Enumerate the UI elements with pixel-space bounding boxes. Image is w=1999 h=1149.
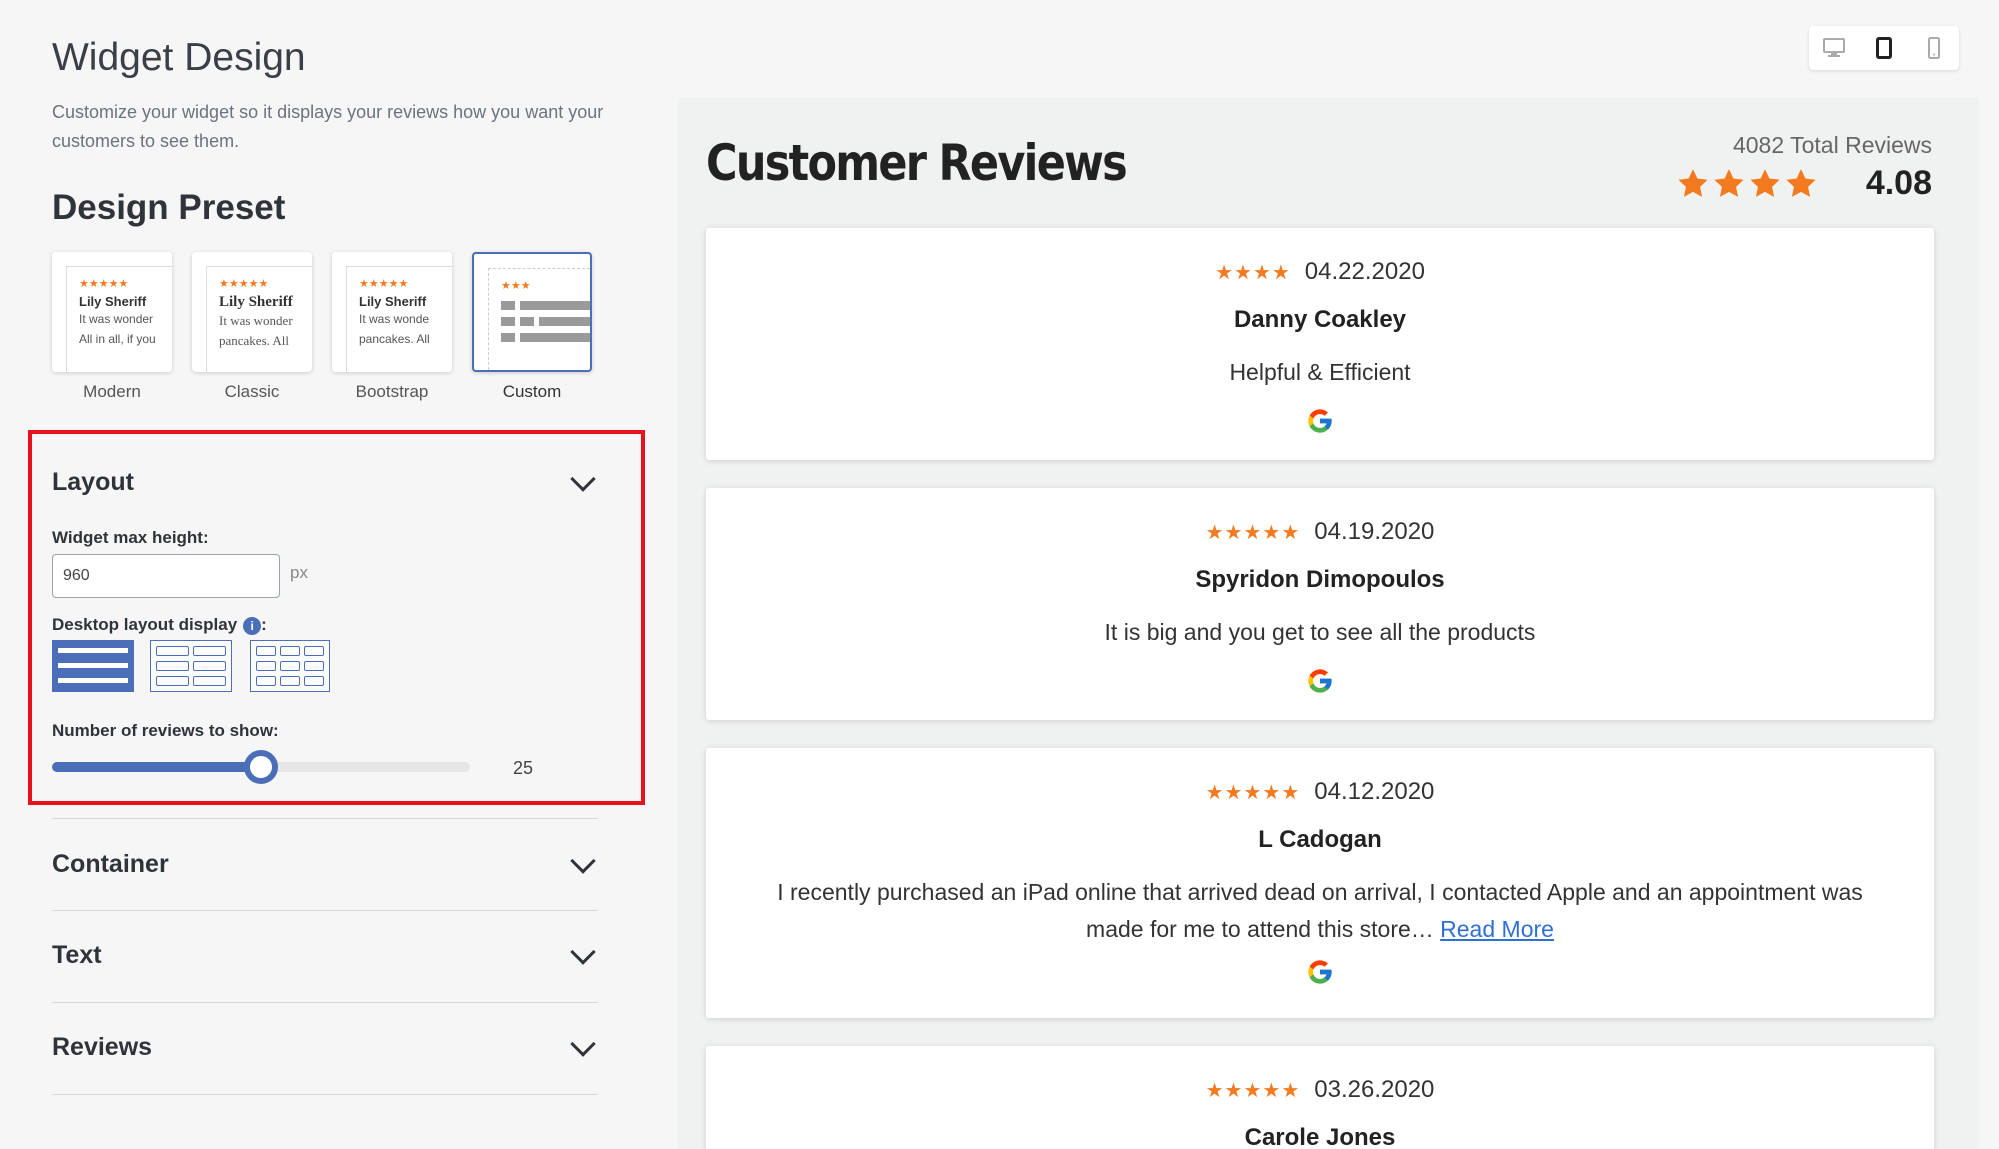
- section-divider: [52, 818, 598, 819]
- slider-fill: [52, 762, 261, 772]
- review-date: 04.12.2020: [1314, 778, 1435, 805]
- layout-section-header[interactable]: Layout: [52, 465, 598, 497]
- star-rating-icon: ★★★★★: [359, 278, 409, 290]
- review-card: ★★★★★ 04.19.2020 Spyridon Dimopoulos It …: [706, 488, 1934, 720]
- preset-bootstrap-thumbnail: ★★★★★ Lily Sheriff It was wonde pancakes…: [332, 252, 452, 372]
- reviews-count-label: Number of reviews to show:: [52, 721, 279, 740]
- preset-sample-name: Lily Sheriff: [79, 294, 147, 309]
- reviewer-name: Danny Coakley: [1233, 306, 1407, 333]
- preset-modern-thumbnail: ★★★★★ Lily Sheriff It was wonder All in …: [52, 252, 172, 372]
- device-toggle: [1809, 26, 1959, 70]
- preset-classic[interactable]: ★★★★★ Lily Sheriff It was wonder pancake…: [192, 252, 312, 402]
- star-rating-icon: ★★★★★: [79, 278, 129, 290]
- review-date: 04.19.2020: [1314, 518, 1435, 545]
- review-star-rating: ★★★★★: [1205, 781, 1301, 804]
- preset-sample-text: It was wonder: [219, 313, 293, 328]
- preset-sample-name: Lily Sheriff: [219, 294, 293, 310]
- preset-sample-text: It was wonder: [79, 312, 154, 326]
- preset-sample-text: pancakes. All: [359, 332, 430, 346]
- review-card: ★★★★ 04.22.2020 Danny Coakley Helpful & …: [706, 228, 1934, 460]
- preset-custom-thumbnail: ★★★: [472, 252, 592, 372]
- review-text: It is big and you get to see all the pro…: [1104, 619, 1536, 645]
- preset-sample-name: Lily Sheriff: [359, 294, 427, 309]
- preset-modern-label: Modern: [83, 382, 141, 401]
- chevron-down-icon: [570, 847, 596, 874]
- star-icon: [1786, 168, 1816, 197]
- star-icon: [1822, 179, 1823, 180]
- review-card: ★★★★★ 03.26.2020 Carole Jones: [706, 1046, 1934, 1149]
- section-divider: [52, 1094, 598, 1095]
- preset-sample-text: pancakes. All: [219, 333, 290, 348]
- desktop-icon[interactable]: [1816, 30, 1852, 66]
- slider-thumb[interactable]: [244, 750, 278, 784]
- review-card: ★★★★★ 04.12.2020 L Cadogan I recently pu…: [706, 748, 1934, 1018]
- layout-section-label: Layout: [52, 468, 134, 496]
- chevron-down-icon: [570, 938, 596, 965]
- layout-display-label: Desktop layout display i:: [52, 615, 267, 635]
- chevron-down-icon: [570, 465, 596, 492]
- info-icon[interactable]: i: [243, 616, 262, 635]
- max-height-unit: px: [290, 563, 308, 582]
- layout-display-label-suffix: :: [261, 615, 267, 634]
- preset-sample-text: It was wonde: [359, 312, 430, 326]
- preset-classic-label: Classic: [224, 382, 280, 401]
- review-text: Helpful & Efficient: [1229, 359, 1411, 385]
- layout-option-single-column[interactable]: [52, 640, 134, 692]
- mobile-icon[interactable]: [1916, 30, 1952, 66]
- reviewer-name: L Cadogan: [1258, 826, 1382, 853]
- container-section-label: Container: [52, 850, 169, 878]
- text-section-label: Text: [52, 941, 102, 969]
- layout-display-label-text: Desktop layout display: [52, 615, 238, 634]
- preset-custom-label: Custom: [502, 382, 562, 401]
- page-title: Widget Design: [52, 36, 306, 79]
- review-date: 04.22.2020: [1304, 258, 1425, 285]
- review-star-rating: ★★★★: [1215, 261, 1291, 284]
- preset-list: ★★★★★ Lily Sheriff It was wonder All in …: [52, 252, 592, 402]
- google-icon: [1306, 667, 1334, 700]
- star-rating-icon: ★★★★★: [219, 278, 269, 290]
- google-icon: [1306, 407, 1334, 440]
- design-preset-heading: Design Preset: [52, 188, 286, 227]
- preset-sample-text: All in all, if you: [79, 332, 156, 346]
- read-more-link[interactable]: Read More: [1440, 916, 1554, 942]
- reviews-section-header[interactable]: Reviews: [52, 1030, 598, 1062]
- page-subtitle: Customize your widget so it displays you…: [52, 102, 604, 151]
- container-section-header[interactable]: Container: [52, 847, 598, 879]
- total-reviews: 4082 Total Reviews: [1732, 132, 1932, 158]
- reviews-section-label: Reviews: [52, 1033, 153, 1061]
- text-section-header[interactable]: Text: [52, 938, 598, 970]
- review-text: I recently purchased an iPad online that…: [706, 874, 1934, 948]
- google-icon: [1306, 958, 1334, 991]
- star-icon: [1714, 168, 1744, 197]
- widget-preview: Customer Reviews 4082 Total Reviews 4.08…: [678, 98, 1979, 1149]
- reviewer-name: Spyridon Dimopoulos: [1195, 566, 1445, 593]
- reviews-count-value: 25: [513, 758, 534, 778]
- preset-bootstrap-label: Bootstrap: [355, 382, 429, 401]
- layout-option-three-column[interactable]: [250, 640, 330, 692]
- average-star-icons: [1676, 167, 1854, 201]
- max-height-input[interactable]: [52, 554, 280, 598]
- preset-modern[interactable]: ★★★★★ Lily Sheriff It was wonder All in …: [52, 252, 172, 402]
- layout-option-two-column[interactable]: [150, 640, 232, 692]
- chevron-down-icon: [570, 1030, 596, 1057]
- review-text-body: I recently purchased an iPad online that…: [777, 879, 1863, 942]
- average-rating: 4.08: [1676, 164, 1932, 203]
- section-divider: [52, 910, 598, 911]
- section-divider: [52, 1002, 598, 1003]
- review-star-rating: ★★★★★: [1205, 521, 1301, 544]
- star-icon: [1678, 168, 1708, 197]
- reviews-count-slider[interactable]: [52, 750, 470, 784]
- review-star-rating: ★★★★★: [1205, 1079, 1301, 1102]
- preview-title: Customer Reviews: [706, 134, 1128, 192]
- tablet-icon[interactable]: [1866, 30, 1902, 66]
- preset-bootstrap[interactable]: ★★★★★ Lily Sheriff It was wonde pancakes…: [332, 252, 452, 402]
- star-icon: [1750, 168, 1780, 197]
- preset-custom[interactable]: ★★★ Custom: [472, 252, 592, 402]
- max-height-label: Widget max height:: [52, 528, 209, 547]
- star-rating-icon: ★★★: [501, 280, 531, 292]
- review-date: 03.26.2020: [1314, 1076, 1435, 1103]
- average-rating-value: 4.08: [1865, 164, 1932, 202]
- preset-classic-thumbnail: ★★★★★ Lily Sheriff It was wonder pancake…: [192, 252, 312, 372]
- reviewer-name: Carole Jones: [1244, 1124, 1396, 1149]
